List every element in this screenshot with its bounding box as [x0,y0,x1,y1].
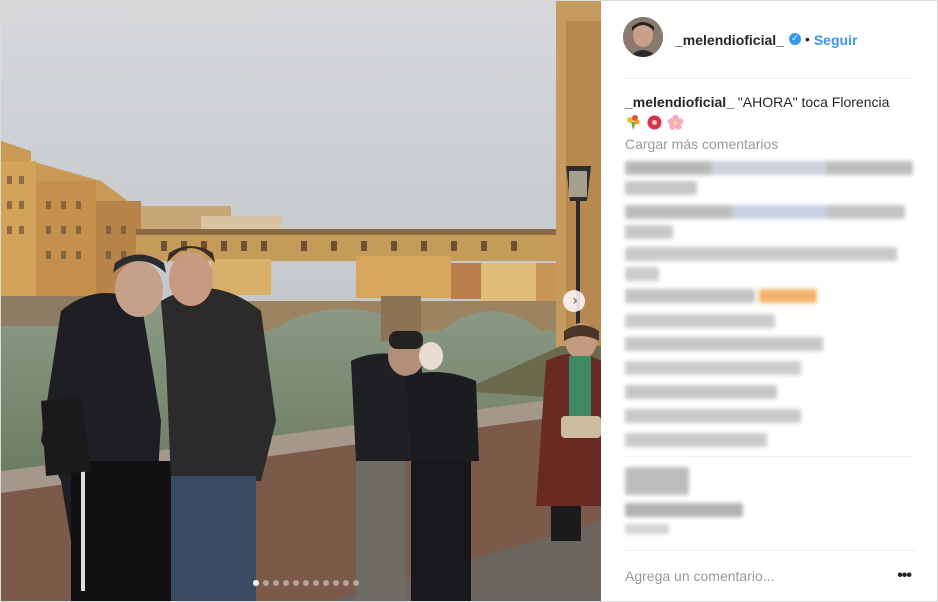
comment-blur [625,361,801,375]
carousel-dot [293,580,299,586]
carousel-dot [353,580,359,586]
photo-scene [1,1,601,601]
comment-blur [625,409,801,423]
verified-badge-icon: ✓ [788,33,801,45]
carousel-dot [263,580,269,586]
comment-blur [625,205,905,219]
header-username[interactable]: _melendioficial_ [675,32,784,48]
caption-text: "AHORA" toca Florencia [737,94,890,110]
carousel-dot [313,580,319,586]
follow-button[interactable]: Seguir [814,32,858,48]
post-header: _melendioficial_ ✓ • Seguir [623,17,913,79]
comment-blur [625,289,755,303]
caption-emojis [625,113,915,131]
bouquet-icon [625,114,642,131]
carousel-dot [303,580,309,586]
comment-blur [625,267,659,281]
post-caption: _melendioficial_ "AHORA" toca Florencia [625,93,915,131]
action-icons-blur [625,467,689,495]
post-sidebar: _melendioficial_ ✓ • Seguir _melendiofic… [601,1,937,601]
comment-blur [625,314,775,328]
more-options-icon[interactable]: ••• [893,567,915,585]
comment-blur [625,181,697,195]
divider [625,456,913,457]
header-separator: • [804,31,810,47]
carousel-next-button[interactable]: › [563,290,585,312]
comment-composer: ••• [625,550,915,600]
carousel-indicator [253,580,359,586]
comment-blur [625,161,913,175]
carousel-dot [343,580,349,586]
comment-blur [625,337,823,351]
comment-blur [625,225,673,239]
comment-blur [625,247,897,261]
caption-username[interactable]: _melendioficial_ [625,94,734,110]
carousel-dot [333,580,339,586]
carousel-dot [273,580,279,586]
cherry-blossom-icon [667,114,684,131]
avatar[interactable] [623,17,663,57]
likes-count-blur [625,503,743,517]
carousel-dot [253,580,259,586]
carousel-dot [323,580,329,586]
carousel-dot [283,580,289,586]
timestamp-blur [625,524,669,534]
comment-blur [759,289,817,303]
comment-blur [625,385,777,399]
post-photo[interactable]: › [1,1,601,601]
hibiscus-icon [646,114,663,131]
comment-blur [625,433,767,447]
load-more-comments-link[interactable]: Cargar más comentarios [625,136,778,152]
chevron-right-icon: › [572,293,578,309]
comment-input[interactable] [625,567,865,584]
